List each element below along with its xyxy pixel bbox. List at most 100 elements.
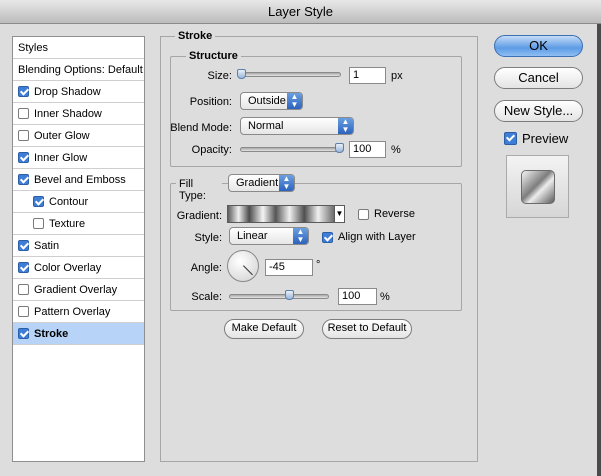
styles-list-header[interactable]: Styles bbox=[13, 37, 144, 59]
blend-mode-arrow-icon: ▲ ▼ bbox=[338, 118, 353, 134]
style-item-checkbox[interactable] bbox=[18, 108, 29, 119]
style-item-checkbox[interactable] bbox=[18, 284, 29, 295]
style-item-inner-shadow[interactable]: Inner Shadow bbox=[13, 103, 144, 125]
style-item-stroke[interactable]: Stroke bbox=[13, 323, 144, 345]
preview-swatch-icon bbox=[521, 170, 555, 204]
style-item-label: Texture bbox=[49, 217, 86, 230]
opacity-slider-track[interactable] bbox=[240, 147, 344, 152]
reverse-option[interactable]: Reverse bbox=[358, 208, 415, 220]
make-default-button[interactable]: Make Default bbox=[224, 319, 304, 339]
preview-checkbox[interactable] bbox=[504, 132, 517, 145]
fill-type-label: Fill Type: bbox=[176, 178, 222, 202]
layer-style-dialog: Layer Style Styles Blending Options: Def… bbox=[0, 0, 601, 476]
position-select-arrow-icon: ▲ ▼ bbox=[287, 93, 302, 109]
styles-header-label: Styles bbox=[18, 41, 48, 54]
window-title: Layer Style bbox=[267, 4, 334, 19]
style-item-label: Inner Shadow bbox=[34, 107, 102, 120]
style-item-checkbox[interactable] bbox=[18, 328, 29, 339]
blend-mode-label: Blend Mode: bbox=[170, 122, 232, 134]
style-item-checkbox[interactable] bbox=[18, 152, 29, 163]
structure-title: Structure bbox=[186, 50, 241, 62]
align-with-layer-checkbox[interactable] bbox=[322, 231, 333, 243]
scale-label: Scale: bbox=[191, 291, 222, 303]
gradient-label: Gradient: bbox=[176, 210, 222, 222]
scale-slider-track[interactable] bbox=[229, 294, 329, 299]
style-item-label: Inner Glow bbox=[34, 151, 88, 164]
style-item-checkbox[interactable] bbox=[18, 306, 29, 317]
style-item-label: Contour bbox=[49, 195, 89, 208]
opacity-slider-thumb[interactable] bbox=[335, 143, 344, 153]
style-item-label: Pattern Overlay bbox=[34, 305, 111, 318]
styles-list: Styles Blending Options: Default Drop Sha… bbox=[12, 36, 145, 462]
style-item-checkbox[interactable] bbox=[18, 86, 29, 97]
style-item-label: Bevel and Emboss bbox=[34, 173, 126, 186]
scale-unit: % bbox=[380, 291, 390, 303]
position-label: Position: bbox=[189, 96, 232, 108]
gradient-swatch[interactable] bbox=[227, 205, 335, 223]
style-item-label: Outer Glow bbox=[34, 129, 90, 142]
size-field[interactable]: 1 bbox=[349, 67, 386, 84]
size-slider-thumb[interactable] bbox=[237, 69, 246, 79]
style-arrow-icon: ▲ ▼ bbox=[293, 228, 308, 244]
preview-option[interactable]: Preview bbox=[504, 131, 568, 146]
gradient-dropdown-arrow-icon[interactable]: ▼ bbox=[334, 205, 345, 223]
window-edge bbox=[597, 24, 601, 476]
style-item-checkbox[interactable] bbox=[18, 130, 29, 141]
size-slider-track[interactable] bbox=[237, 72, 341, 77]
style-select[interactable]: Linear ▲ ▼ bbox=[229, 227, 309, 245]
style-item-checkbox[interactable] bbox=[33, 218, 44, 229]
style-item-drop-shadow[interactable]: Drop Shadow bbox=[13, 81, 144, 103]
angle-unit: ° bbox=[316, 259, 321, 271]
blend-mode-value: Normal bbox=[248, 120, 284, 132]
style-item-inner-glow[interactable]: Inner Glow bbox=[13, 147, 144, 169]
style-item-checkbox[interactable] bbox=[18, 174, 29, 185]
stroke-title: Stroke bbox=[175, 30, 216, 42]
style-label: Style: bbox=[194, 232, 222, 244]
style-item-label: Drop Shadow bbox=[34, 85, 101, 98]
angle-field[interactable]: -45 bbox=[265, 259, 313, 276]
reset-to-default-button[interactable]: Reset to Default bbox=[322, 319, 412, 339]
reverse-checkbox[interactable] bbox=[358, 208, 369, 220]
new-style-button[interactable]: New Style... bbox=[494, 100, 583, 122]
style-item-gradient-overlay[interactable]: Gradient Overlay bbox=[13, 279, 144, 301]
fill-type-arrow-icon: ▲ ▼ bbox=[279, 175, 294, 191]
ok-button[interactable]: OK bbox=[494, 35, 583, 57]
fill-type-value: Gradient bbox=[236, 177, 279, 189]
style-item-checkbox[interactable] bbox=[18, 240, 29, 251]
style-item-checkbox[interactable] bbox=[18, 262, 29, 273]
style-item-pattern-overlay[interactable]: Pattern Overlay bbox=[13, 301, 144, 323]
scale-slider-thumb[interactable] bbox=[285, 290, 295, 300]
style-item-label: Gradient Overlay bbox=[34, 283, 118, 296]
preview-thumbnail bbox=[506, 155, 569, 218]
opacity-unit: % bbox=[391, 144, 401, 156]
size-label: Size: bbox=[207, 70, 232, 82]
style-item-contour[interactable]: Contour bbox=[13, 191, 144, 213]
style-item-blending-options-default[interactable]: Blending Options: Default bbox=[13, 59, 144, 81]
scale-field[interactable]: 100 bbox=[338, 288, 377, 305]
blend-mode-select[interactable]: Normal ▲ ▼ bbox=[240, 117, 354, 135]
align-with-layer-label: Align with Layer bbox=[338, 231, 416, 243]
style-item-label: Stroke bbox=[34, 327, 69, 340]
style-item-label: Blending Options: Default bbox=[18, 63, 143, 76]
style-item-texture[interactable]: Texture bbox=[13, 213, 144, 235]
style-item-label: Satin bbox=[34, 239, 60, 252]
title-bar[interactable]: Layer Style bbox=[0, 0, 601, 24]
fill-type-select[interactable]: Gradient ▲ ▼ bbox=[228, 174, 295, 192]
style-item-color-overlay[interactable]: Color Overlay bbox=[13, 257, 144, 279]
preview-label: Preview bbox=[522, 131, 569, 146]
style-item-satin[interactable]: Satin bbox=[13, 235, 144, 257]
style-value: Linear bbox=[237, 230, 268, 242]
align-with-layer-option[interactable]: Align with Layer bbox=[322, 231, 416, 243]
cancel-button[interactable]: Cancel bbox=[494, 67, 583, 89]
style-item-label: Color Overlay bbox=[34, 261, 102, 274]
opacity-label: Opacity: bbox=[191, 144, 232, 156]
style-item-bevel-and-emboss[interactable]: Bevel and Emboss bbox=[13, 169, 144, 191]
angle-label: Angle: bbox=[190, 262, 222, 274]
reverse-label: Reverse bbox=[374, 208, 415, 220]
style-item-checkbox[interactable] bbox=[33, 196, 44, 207]
style-item-outer-glow[interactable]: Outer Glow bbox=[13, 125, 144, 147]
position-value: Outside bbox=[248, 95, 286, 107]
position-select[interactable]: Outside ▲ ▼ bbox=[240, 92, 303, 110]
angle-dial[interactable] bbox=[227, 250, 259, 282]
opacity-field[interactable]: 100 bbox=[349, 141, 386, 158]
